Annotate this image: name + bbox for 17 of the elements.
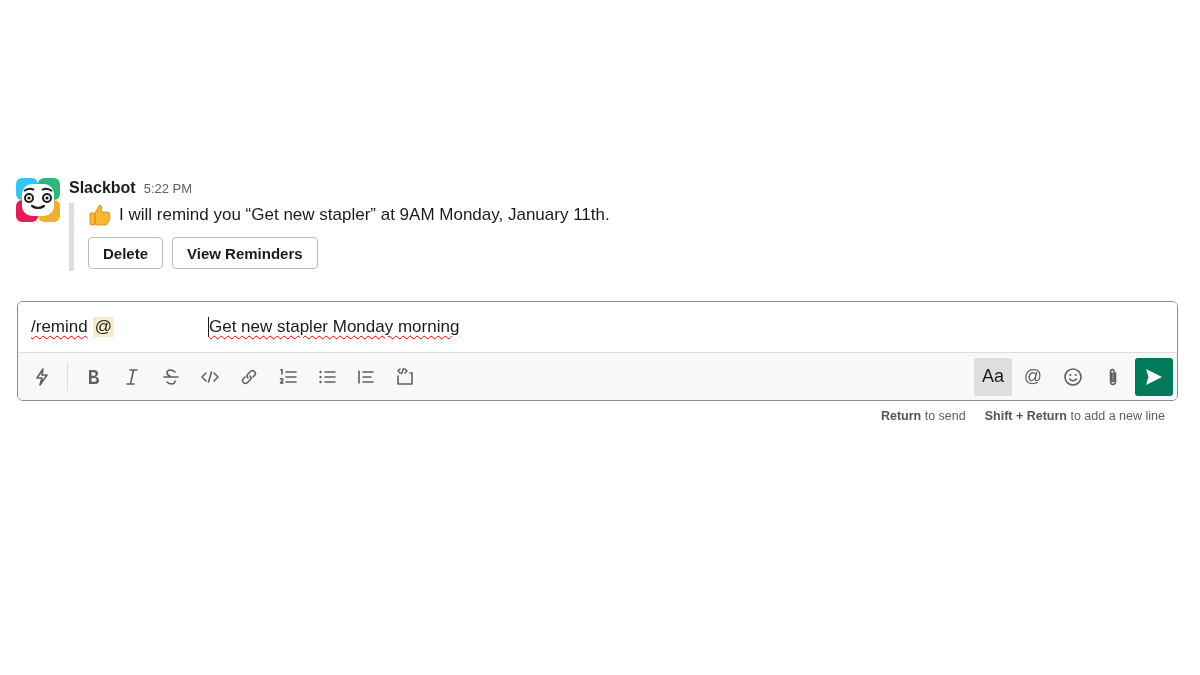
message-input[interactable]: /remind @ Get new stapler Monday morning xyxy=(18,302,1177,353)
bot-avatar-icon xyxy=(16,178,60,222)
keyboard-hint: Shift + Return to add a new line xyxy=(984,409,1165,423)
author-name[interactable]: Slackbot xyxy=(69,179,136,197)
send-icon xyxy=(1144,366,1164,387)
timestamp[interactable]: 5:22 PM xyxy=(143,181,193,196)
code-block-icon[interactable] xyxy=(395,366,415,387)
format-button[interactable]: Aa xyxy=(974,357,1012,396)
keyboard-hint: Return to send xyxy=(880,409,966,423)
strikethrough-icon[interactable] xyxy=(161,366,181,387)
action-button[interactable]: Delete xyxy=(88,237,164,269)
send-button[interactable] xyxy=(1135,357,1173,396)
numbered-list-icon[interactable] xyxy=(278,366,298,387)
action-button[interactable]: View Reminders xyxy=(172,237,318,269)
format-button[interactable]: @ xyxy=(1014,357,1052,396)
thumbs-up-icon xyxy=(88,203,112,227)
message-text: I will remind you “Get new stapler” at 9AM Monday, January 11th. xyxy=(119,205,610,225)
